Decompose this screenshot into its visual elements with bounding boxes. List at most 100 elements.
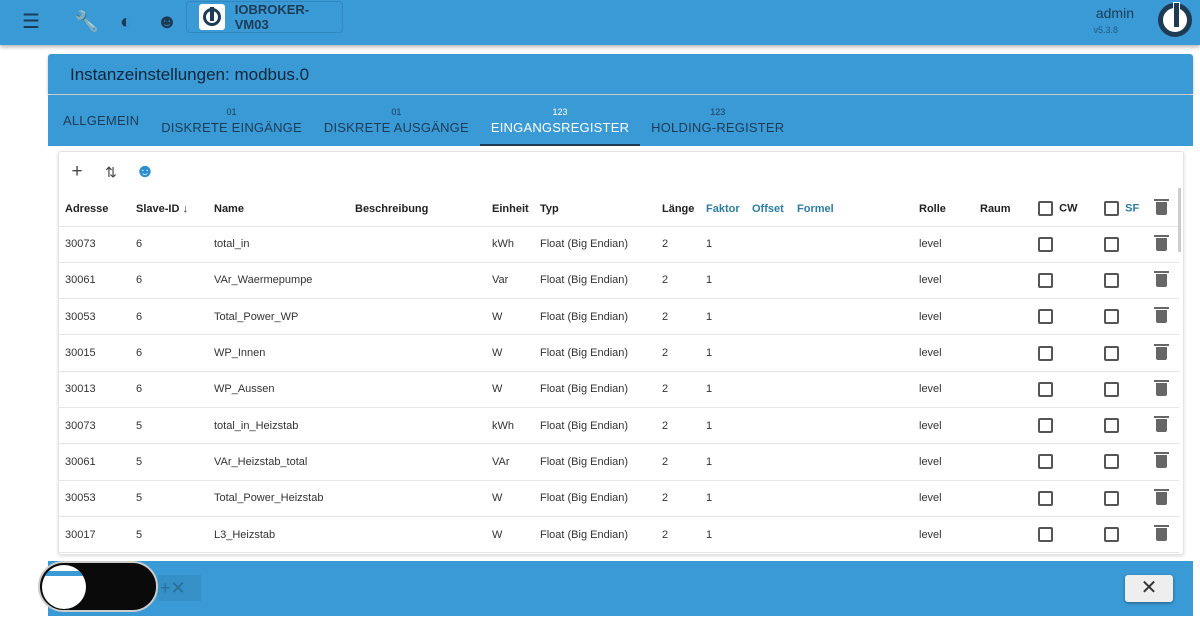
cell-raum[interactable] [980, 262, 1038, 300]
cell-offset[interactable] [752, 226, 797, 263]
tab-diskrete-ausg-nge[interactable]: 01 Diskrete Ausgänge [313, 95, 480, 146]
table-row[interactable]: 30073 5 total_in_Heizstab kWh Float (Big End… [59, 407, 1179, 445]
table-row[interactable]: 30061 5 VAr_Heizstab_total VAr Float (Big En… [59, 443, 1179, 481]
table-row[interactable]: 30013 6 WP_Aussen W Float (Big Endian) 2 1 leve… [59, 371, 1179, 408]
cell-einheit[interactable]: W [492, 371, 540, 408]
tab-allgemein[interactable]: Allgemein [52, 95, 150, 146]
cell-adresse[interactable]: 30053 [59, 480, 136, 517]
cell-beschreibung[interactable] [355, 298, 492, 336]
table-row[interactable]: 30053 6 Total_Power_WP W Float (Big Endian) 2… [59, 298, 1179, 336]
sf-checkbox[interactable] [1104, 418, 1119, 434]
sf-checkbox[interactable] [1104, 345, 1119, 361]
user-name[interactable]: admin [1096, 5, 1134, 21]
cell-laenge[interactable]: 2 [662, 371, 706, 408]
cell-adresse[interactable]: 30053 [59, 298, 136, 336]
close-button[interactable]: ✕ [1125, 575, 1173, 602]
col-slave-id[interactable]: Slave-ID ↓ [136, 192, 214, 227]
delete-button[interactable] [1154, 262, 1179, 300]
cell-raum[interactable] [980, 371, 1038, 408]
col-beschreibung[interactable]: Beschreibung [355, 192, 492, 227]
cell-typ[interactable]: Float (Big Endian) [540, 443, 662, 481]
cell-laenge[interactable]: 2 [662, 443, 706, 481]
cell-formel[interactable] [797, 334, 919, 372]
sf-checkbox[interactable] [1104, 490, 1119, 506]
sf-all-checkbox[interactable] [1104, 201, 1119, 217]
cell-name[interactable]: Total_Power_WP [214, 298, 355, 336]
cell-adresse[interactable]: 30017 [59, 516, 136, 554]
cell-slave[interactable]: 5 [136, 443, 214, 481]
cell-faktor[interactable]: 1 [706, 407, 752, 445]
cell-beschreibung[interactable] [355, 516, 492, 554]
cw-checkbox[interactable] [1038, 454, 1053, 470]
cell-laenge[interactable]: 2 [662, 407, 706, 445]
sf-checkbox[interactable] [1104, 236, 1119, 252]
delete-button[interactable] [1154, 443, 1179, 481]
cell-einheit[interactable]: W [492, 480, 540, 517]
delete-button[interactable] [1154, 480, 1179, 517]
col-name[interactable]: Name [214, 192, 355, 227]
cell-adresse[interactable]: 30013 [59, 371, 136, 408]
cell-rolle[interactable]: level [919, 334, 980, 372]
cell-beschreibung[interactable] [355, 334, 492, 372]
cell-rolle[interactable]: level [919, 298, 980, 336]
col-formel[interactable]: Formel [797, 192, 919, 227]
col-einheit[interactable]: Einheit [492, 192, 540, 227]
delete-button[interactable] [1154, 516, 1179, 554]
table-row[interactable]: 30061 6 VAr_Waermepumpe Var Float (Big Endia… [59, 262, 1179, 300]
cw-checkbox[interactable] [1038, 527, 1053, 543]
table-row[interactable]: 30073 6 total_in kWh Float (Big Endian) 2 1 lev… [59, 226, 1179, 263]
cell-raum[interactable] [980, 480, 1038, 517]
delete-button[interactable] [1154, 407, 1179, 445]
cell-beschreibung[interactable] [355, 480, 492, 517]
cell-slave[interactable]: 6 [136, 226, 214, 263]
cell-einheit[interactable]: kWh [492, 407, 540, 445]
cell-laenge[interactable]: 2 [662, 298, 706, 336]
wrench-icon[interactable]: 🔧 [74, 10, 99, 34]
cell-faktor[interactable]: 1 [706, 262, 752, 300]
cell-raum[interactable] [980, 516, 1038, 554]
cell-formel[interactable] [797, 443, 919, 481]
cell-beschreibung[interactable] [355, 407, 492, 445]
cell-faktor[interactable]: 1 [706, 226, 752, 263]
expert-icon[interactable]: ☻ [135, 161, 155, 183]
cell-adresse[interactable]: 30061 [59, 262, 136, 300]
delete-all-button[interactable] [1154, 192, 1179, 227]
menu-icon[interactable]: ☰ [19, 10, 43, 34]
cell-offset[interactable] [752, 480, 797, 517]
cell-name[interactable]: VAr_Waermepumpe [214, 262, 355, 300]
delete-button[interactable] [1154, 298, 1179, 336]
cell-name[interactable]: total_in_Heizstab [214, 407, 355, 445]
cw-checkbox[interactable] [1038, 381, 1053, 397]
cell-name[interactable]: Total_Power_Heizstab [214, 480, 355, 517]
cell-rolle[interactable]: level [919, 407, 980, 445]
col-rolle[interactable]: Rolle [919, 192, 980, 227]
cell-offset[interactable] [752, 262, 797, 300]
cell-typ[interactable]: Float (Big Endian) [540, 516, 662, 554]
sf-checkbox[interactable] [1104, 381, 1119, 397]
cw-checkbox[interactable] [1038, 345, 1053, 361]
sort-icon[interactable]: ⇅ [101, 164, 121, 181]
cell-rolle[interactable]: level [919, 516, 980, 554]
table-row[interactable]: 30053 5 Total_Power_Heizstab W Float (Big En… [59, 480, 1179, 517]
cw-checkbox[interactable] [1038, 309, 1053, 325]
cell-adresse[interactable]: 30073 [59, 407, 136, 445]
cell-name[interactable]: VAr_Heizstab_total [214, 443, 355, 481]
cell-raum[interactable] [980, 443, 1038, 481]
col-typ[interactable]: Typ [540, 192, 662, 227]
cell-adresse[interactable]: 30061 [59, 443, 136, 481]
delete-button[interactable] [1154, 371, 1179, 408]
cell-typ[interactable]: Float (Big Endian) [540, 226, 662, 263]
cell-formel[interactable] [797, 480, 919, 517]
cell-slave[interactable]: 5 [136, 516, 214, 554]
cell-formel[interactable] [797, 226, 919, 263]
cell-einheit[interactable]: W [492, 334, 540, 372]
tab-holding-register[interactable]: 123 Holding-Register [640, 95, 795, 146]
sf-checkbox[interactable] [1104, 309, 1119, 325]
col-raum[interactable]: Raum [980, 192, 1038, 227]
col-adresse[interactable]: Adresse [59, 192, 136, 227]
cell-slave[interactable]: 5 [136, 407, 214, 445]
cell-typ[interactable]: Float (Big Endian) [540, 480, 662, 517]
cell-beschreibung[interactable] [355, 262, 492, 300]
cell-laenge[interactable]: 2 [662, 480, 706, 517]
host-button[interactable]: IOBROKER-VM03 [186, 1, 343, 33]
